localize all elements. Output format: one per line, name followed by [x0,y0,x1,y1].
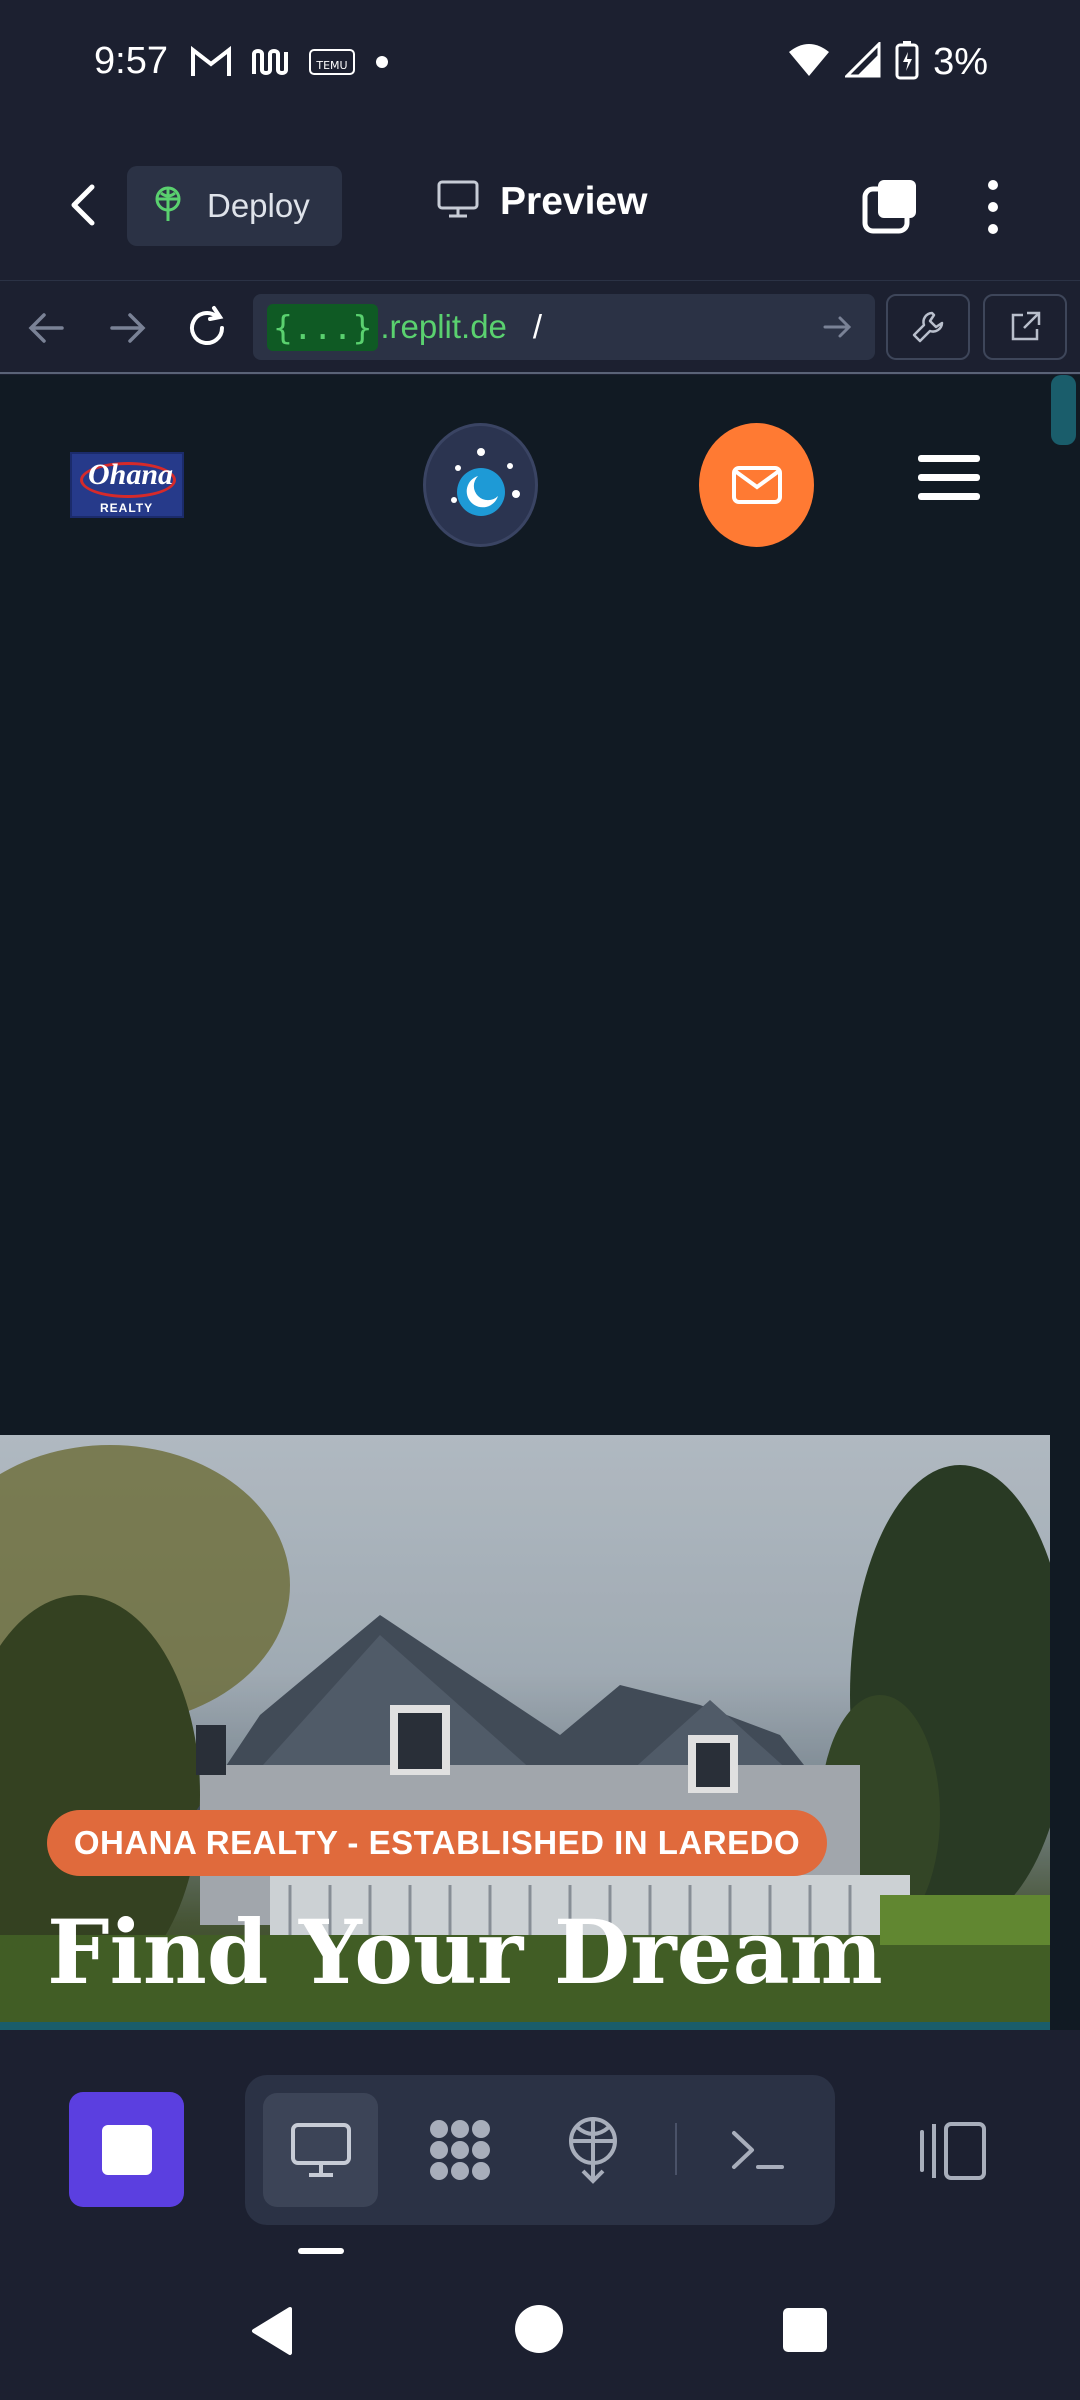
pane-switcher [245,2075,835,2225]
svg-text:TEMU: TEMU [315,59,347,72]
tabs-button[interactable] [862,177,920,235]
menu-line [918,493,980,500]
url-input[interactable]: {...} .replit.de / [253,294,875,360]
gmail-icon [190,45,232,83]
arrow-left-icon [28,313,64,343]
monitor-icon [290,2123,351,2177]
logo-sub: REALTY [100,501,154,515]
wifi-icon [787,42,831,83]
tab-preview[interactable]: Preview [436,179,647,224]
browser-toolbar: {...} .replit.de / [0,280,1080,374]
device-switch-button[interactable] [918,2120,988,2182]
temu-icon: TEMU [308,46,356,83]
url-path: / [532,308,543,345]
hero-badge: OHANA REALTY - ESTABLISHED IN LAREDO [47,1810,827,1876]
system-home-button[interactable] [515,2305,563,2353]
hero-divider [0,2022,1050,2030]
back-button[interactable] [60,175,104,235]
active-pane-indicator [298,2248,344,2254]
logo-name: Ohana [88,458,174,491]
hero-section: OHANA REALTY - ESTABLISHED IN LAREDO Fin… [0,1435,1050,2030]
stop-button[interactable] [69,2092,184,2207]
deploy-label: Deploy [207,187,310,224]
status-time: 9:57 [94,40,168,82]
preview-pane-button[interactable] [263,2093,378,2207]
page-scrollbar[interactable] [1051,375,1076,445]
web-preview[interactable]: Ohana REALTY OHANA REALTY - ESTABLISHED … [0,375,1080,2030]
triangle-back-icon [252,2307,292,2355]
contact-mail-button[interactable] [699,423,814,547]
hamburger-menu-button[interactable] [918,455,980,501]
signal-icon [843,40,881,83]
more-options-button[interactable] [978,177,1008,237]
arrow-right-icon [110,313,146,343]
theme-toggle-button[interactable] [423,423,538,547]
go-arrow-icon [823,316,852,338]
system-nav-bar [0,2260,1080,2400]
workspace-toolbar [0,2030,1080,2260]
toolbar-divider [675,2123,677,2175]
agent-icon [429,2120,490,2180]
more-vertical-icon [988,180,998,234]
menu-line [918,474,980,481]
reload-button[interactable] [182,303,232,353]
system-back-button[interactable] [248,2305,294,2362]
moon-icon [451,448,520,516]
stop-icon [101,2124,152,2175]
agent-pane-button[interactable] [402,2093,517,2207]
deploy-button[interactable]: Deploy [127,166,342,246]
url-host: .replit.de [380,308,507,345]
url-badge: {...} [267,303,379,351]
menu-line [918,455,980,462]
go-button[interactable] [821,310,855,349]
shell-pane-button[interactable] [700,2093,815,2207]
browser-back-button[interactable] [22,303,72,353]
open-new-tab-button[interactable] [983,294,1067,360]
preview-label: Preview [500,179,648,223]
wrench-icon [912,311,944,343]
site-logo[interactable]: Ohana REALTY [70,452,184,518]
battery-icon [895,40,919,85]
browser-forward-button[interactable] [102,303,152,353]
battery-percent: 3% [933,41,988,83]
hero-title: Find Your Dream [47,1900,883,2004]
reload-icon [190,306,224,345]
devices-icon [920,2122,986,2180]
notification-icons: TEMU [190,45,390,83]
workspace-header: Deploy Preview [0,135,1080,280]
deploy-icon [151,185,185,228]
app-icon [250,46,290,83]
monitor-icon [436,179,480,224]
dot-icon [374,54,390,75]
terminal-icon [731,2131,784,2169]
deploy-icon [568,2117,617,2184]
system-recents-button[interactable] [783,2308,827,2352]
external-link-icon [1011,311,1041,341]
devtools-button[interactable] [886,294,970,360]
chevron-left-icon [71,184,95,226]
status-right: 3% [787,40,988,85]
mail-icon [731,466,782,504]
deployments-pane-button[interactable] [535,2093,650,2207]
status-bar: 9:57 TEMU 3% [0,0,1080,135]
tabs-icon [862,180,916,234]
